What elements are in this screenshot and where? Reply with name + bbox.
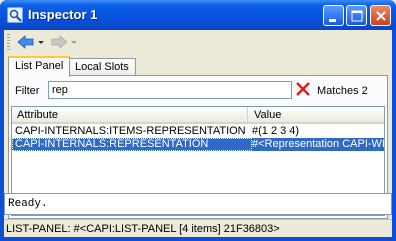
forward-arrow-icon	[51, 35, 77, 49]
clear-filter-icon[interactable]	[296, 81, 310, 97]
focus-rectangle	[12, 138, 252, 151]
attribute-cell: CAPI-INTERNALS:ITEMS-REPRESENTATION	[15, 125, 246, 137]
column-header-value[interactable]: Value	[249, 107, 384, 124]
tab-strip: List Panel Local Slots	[8, 56, 388, 77]
back-arrow-icon	[17, 35, 44, 49]
back-button[interactable]	[16, 33, 46, 51]
toolbar-grip[interactable]	[7, 34, 10, 50]
minimize-button[interactable]	[323, 5, 344, 26]
list-row[interactable]: CAPI-INTERNALS:ITEMS-REPRESENTATION #(1 …	[12, 125, 384, 138]
window-frame-bottom	[0, 237, 396, 241]
forward-button[interactable]	[50, 33, 80, 51]
list-header: Attribute Value	[12, 107, 384, 124]
close-button[interactable]	[370, 5, 391, 26]
inspector-window: Inspector 1 List Panel Local Slots Filte…	[0, 0, 396, 241]
tab-local-slots[interactable]: Local Slots	[68, 58, 136, 76]
maximize-button[interactable]	[346, 5, 367, 26]
value-cell: #(1 2 3 4)	[252, 125, 300, 137]
output-pane[interactable]: Ready.	[4, 193, 392, 215]
title-bar[interactable]: Inspector 1	[0, 0, 396, 30]
match-count: Matches 2	[317, 85, 368, 97]
tab-list-panel[interactable]: List Panel	[8, 56, 71, 77]
value-cell: #<Representation CAPI-WIN32	[252, 138, 384, 150]
column-header-attribute[interactable]: Attribute	[12, 107, 248, 124]
status-bar: LIST-PANEL: #<CAPI:LIST-PANEL [4 items] …	[4, 219, 392, 237]
toolbar	[4, 30, 392, 54]
window-client: List Panel Local Slots Filter Matches 2 …	[4, 30, 392, 237]
inspector-app-icon	[7, 7, 23, 23]
filter-input[interactable]	[48, 81, 292, 99]
filter-label: Filter	[15, 85, 40, 97]
window-title: Inspector 1	[28, 7, 98, 22]
